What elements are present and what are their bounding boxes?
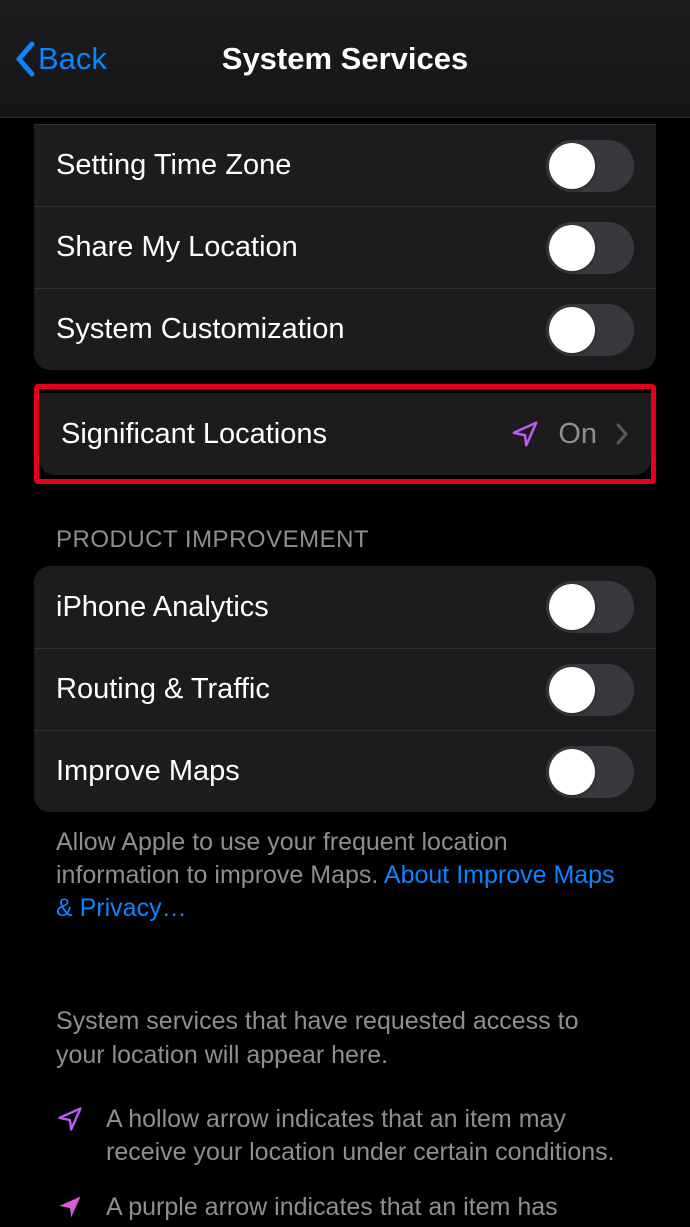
legend-text: A purple arrow indicates that an item ha… [106,1191,634,1227]
settings-group-product-improvement: iPhone Analytics Routing & Traffic Impro… [34,566,656,812]
toggle-iphone-analytics[interactable] [546,581,634,633]
navbar: Back System Services [0,0,690,118]
row-routing-traffic: Routing & Traffic [34,648,656,730]
toggle-improve-maps[interactable] [546,746,634,798]
location-arrow-hollow-icon [510,419,540,449]
toggle-setting-time-zone[interactable] [546,140,634,192]
highlight-box: Significant Locations On [34,384,656,484]
row-label: Share My Location [56,231,298,264]
row-label: Significant Locations [61,418,327,451]
row-label: Routing & Traffic [56,673,270,706]
row-value: On [558,418,597,451]
back-label: Back [38,41,107,77]
legend-item-hollow: A hollow arrow indicates that an item ma… [56,1103,634,1169]
footer-improve-maps: Allow Apple to use your frequent locatio… [56,826,634,925]
row-iphone-analytics: iPhone Analytics [34,566,656,648]
row-improve-maps: Improve Maps [34,730,656,812]
toggle-share-my-location[interactable] [546,222,634,274]
location-arrow-hollow-icon [56,1103,88,1133]
legend-item-purple: A purple arrow indicates that an item ha… [56,1191,634,1227]
row-system-customization: System Customization [34,288,656,370]
row-significant-locations[interactable]: Significant Locations On [39,393,651,475]
location-arrow-filled-icon [56,1191,88,1221]
row-label: iPhone Analytics [56,591,269,624]
chevron-left-icon [14,41,36,77]
chevron-right-icon [615,422,629,446]
row-setting-time-zone: Setting Time Zone [34,124,656,206]
legend-text: A hollow arrow indicates that an item ma… [106,1103,634,1169]
legend-intro: System services that have requested acce… [56,1005,634,1073]
toggle-routing-traffic[interactable] [546,664,634,716]
row-label: Improve Maps [56,755,240,788]
legend: System services that have requested acce… [56,1005,634,1227]
toggle-system-customization[interactable] [546,304,634,356]
section-header-product-improvement: PRODUCT IMPROVEMENT [56,526,634,554]
row-label: System Customization [56,313,345,346]
row-share-my-location: Share My Location [34,206,656,288]
row-label: Setting Time Zone [56,149,291,182]
back-button[interactable]: Back [14,41,107,77]
page-title: System Services [222,41,468,77]
settings-group-system: Setting Time Zone Share My Location Syst… [34,124,656,370]
